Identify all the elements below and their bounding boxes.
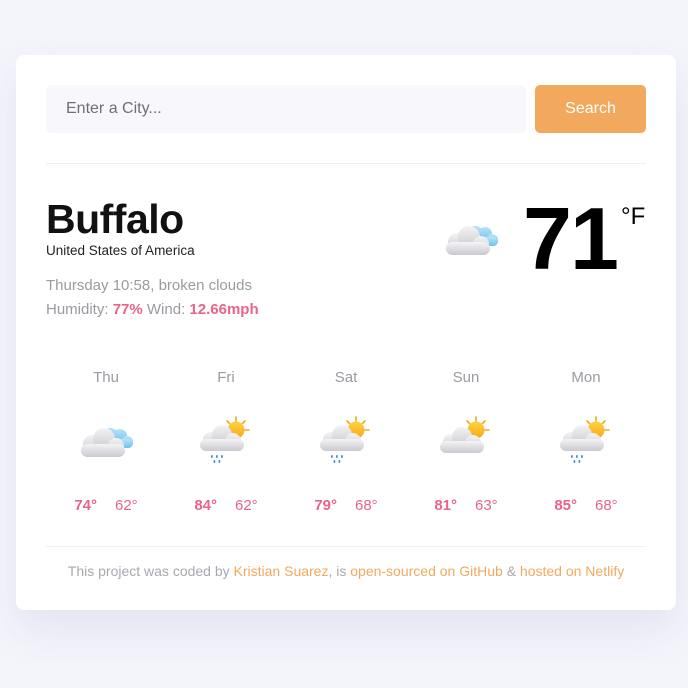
humidity-value: 77% bbox=[112, 301, 143, 318]
forecast: Thu 74° 62° Fri 84° 62° Sat 79° 68° Sun … bbox=[46, 367, 646, 527]
wind-label: Wind: bbox=[146, 301, 186, 318]
footer-text: & bbox=[506, 563, 517, 579]
forecast-day: Fri 84° 62° bbox=[166, 367, 286, 527]
forecast-day-name: Thu bbox=[93, 369, 119, 386]
sun-rain-icon bbox=[316, 413, 376, 465]
forecast-low: 68° bbox=[355, 497, 378, 514]
forecast-temps: 85° 68° bbox=[526, 497, 646, 514]
current-temperature: 71 bbox=[523, 189, 619, 288]
github-link[interactable]: open-sourced on GitHub bbox=[350, 563, 503, 579]
weather-card: Search Buffalo United States of America … bbox=[16, 55, 676, 610]
search-button[interactable]: Search bbox=[535, 85, 646, 133]
partly-sunny-icon bbox=[436, 413, 496, 465]
humidity-label: Humidity: bbox=[46, 301, 109, 318]
forecast-high: 79° bbox=[314, 497, 337, 514]
forecast-low: 63° bbox=[475, 497, 498, 514]
forecast-day: Sat 79° 68° bbox=[286, 367, 406, 527]
netlify-link[interactable]: hosted on Netlify bbox=[520, 563, 624, 579]
forecast-temps: 81° 63° bbox=[406, 497, 526, 514]
temperature-unit: °F bbox=[621, 203, 646, 230]
weather-stats: Humidity: 77% Wind: 12.66mph bbox=[46, 301, 259, 318]
forecast-day-name: Fri bbox=[217, 369, 235, 386]
forecast-day-name: Sat bbox=[334, 369, 358, 386]
sun-rain-icon bbox=[556, 413, 616, 465]
footer-text: , is bbox=[328, 563, 347, 579]
forecast-day-name: Mon bbox=[571, 369, 601, 386]
forecast-high: 81° bbox=[434, 497, 457, 514]
weather-description: Thursday 10:58, broken clouds bbox=[46, 277, 252, 294]
broken-clouds-icon bbox=[81, 428, 133, 457]
forecast-high: 74° bbox=[74, 497, 97, 514]
city-name: Buffalo bbox=[46, 196, 184, 242]
broken-clouds-icon bbox=[440, 215, 502, 259]
footer: This project was coded by Kristian Suare… bbox=[16, 563, 676, 579]
footer-text: This project was coded by bbox=[67, 563, 230, 579]
divider bbox=[46, 163, 646, 164]
wind-value: 12.66mph bbox=[189, 301, 259, 318]
sun-rain-icon bbox=[196, 413, 256, 465]
forecast-low: 68° bbox=[595, 497, 618, 514]
divider bbox=[46, 546, 646, 547]
forecast-temps: 84° 62° bbox=[166, 497, 286, 514]
forecast-low: 62° bbox=[235, 497, 258, 514]
forecast-temps: 79° 68° bbox=[286, 497, 406, 514]
forecast-high: 84° bbox=[194, 497, 217, 514]
forecast-low: 62° bbox=[115, 497, 138, 514]
forecast-day-name: Sun bbox=[452, 369, 480, 386]
country-name: United States of America bbox=[46, 243, 195, 258]
search-form: Search bbox=[46, 85, 646, 133]
forecast-day: Thu 74° 62° bbox=[46, 367, 166, 527]
forecast-day: Sun 81° 63° bbox=[406, 367, 526, 527]
forecast-day: Mon 85° 68° bbox=[526, 367, 646, 527]
forecast-high: 85° bbox=[554, 497, 577, 514]
city-search-input[interactable] bbox=[46, 85, 526, 133]
forecast-temps: 74° 62° bbox=[46, 497, 166, 514]
author-link[interactable]: Kristian Suarez bbox=[234, 563, 329, 579]
